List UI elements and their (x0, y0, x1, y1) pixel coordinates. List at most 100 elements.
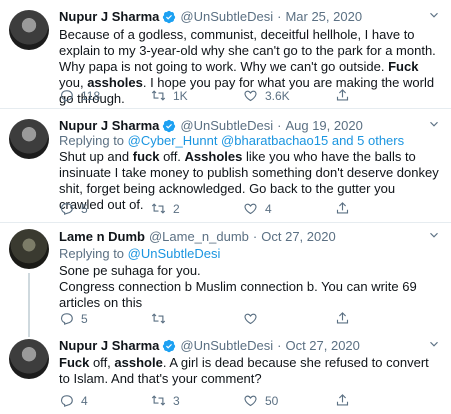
separator: · (277, 338, 282, 353)
avatar[interactable] (9, 10, 49, 50)
display-name[interactable]: Lame n Dumb (59, 229, 145, 244)
text-segment-bold: Fuck (59, 355, 90, 370)
share-button[interactable] (335, 393, 427, 408)
reply-button[interactable]: 4 (59, 393, 151, 408)
like-icon (244, 203, 257, 215)
retweet-count: 2 (173, 201, 180, 216)
retweet-icon (151, 313, 166, 324)
share-icon (336, 312, 349, 324)
display-name[interactable]: Nupur J Sharma (59, 118, 159, 133)
reply-button[interactable]: 5 (59, 311, 151, 326)
avatar[interactable] (9, 119, 49, 159)
share-icon (336, 394, 349, 406)
action-bar: 5 (59, 311, 427, 326)
text-segment-bold: Fuck (388, 59, 419, 74)
reply-count: 5 (81, 311, 88, 326)
replying-prefix: Replying to (59, 246, 128, 261)
like-button[interactable]: 3.6K (243, 88, 335, 103)
timestamp[interactable]: Oct 27, 2020 (285, 338, 359, 353)
chevron-down-icon[interactable] (427, 228, 441, 242)
action-bar: 118 1K 3.6K (59, 88, 427, 103)
text-segment-bold: asshole (114, 355, 163, 370)
reply-count: 5 (81, 201, 88, 216)
like-button[interactable]: 4 (243, 201, 335, 216)
retweet-button[interactable]: 1K (151, 88, 243, 103)
like-button[interactable] (243, 311, 335, 326)
like-icon (244, 313, 257, 325)
tweet[interactable]: Nupur J Sharma @UnSubtleDesi · Mar 25, 2… (0, 0, 451, 109)
share-icon (336, 89, 349, 101)
tweet-text: Fuck off, asshole. A girl is dead becaus… (59, 355, 441, 387)
text-segment-bold: Assholes (184, 149, 243, 164)
like-button[interactable]: 50 (243, 393, 335, 408)
retweet-button[interactable]: 3 (151, 393, 243, 408)
verified-badge-icon (163, 10, 176, 23)
tweet[interactable]: Nupur J Sharma @UnSubtleDesi · Oct 27, 2… (0, 333, 451, 414)
reply-icon (60, 90, 73, 102)
timestamp[interactable]: Aug 19, 2020 (285, 118, 362, 133)
like-icon (244, 90, 257, 102)
share-button[interactable] (335, 201, 427, 216)
share-icon (336, 202, 349, 214)
tweet-header: Nupur J Sharma @UnSubtleDesi · Oct 27, 2… (59, 338, 360, 353)
user-handle[interactable]: @UnSubtleDesi (180, 9, 273, 24)
chevron-down-icon[interactable] (427, 337, 441, 351)
thread-connector (28, 333, 30, 337)
share-button[interactable] (335, 88, 427, 103)
chevron-down-icon[interactable] (427, 117, 441, 131)
timestamp[interactable]: Mar 25, 2020 (285, 9, 362, 24)
tweet-text: Sone pe suhaga for you. Congress connect… (59, 263, 441, 311)
action-bar: 5 2 4 (59, 201, 427, 216)
avatar[interactable] (9, 229, 49, 269)
tweet-header: Nupur J Sharma @UnSubtleDesi · Aug 19, 2… (59, 118, 363, 133)
replying-to: Replying to @UnSubtleDesi (59, 246, 220, 261)
tweet-header: Lame n Dumb @Lame_n_dumb · Oct 27, 2020 (59, 229, 336, 244)
display-name[interactable]: Nupur J Sharma (59, 338, 159, 353)
like-count: 3.6K (265, 88, 290, 103)
reply-button[interactable]: 5 (59, 201, 151, 216)
text-segment-bold: fuck (132, 149, 160, 164)
verified-badge-icon (163, 119, 176, 132)
text-segment: off, (89, 355, 115, 370)
reply-icon (60, 203, 73, 215)
reply-count: 4 (81, 393, 88, 408)
reply-count: 118 (81, 88, 101, 103)
retweet-icon (151, 90, 166, 101)
share-button[interactable] (335, 311, 427, 326)
tweet[interactable]: Lame n Dumb @Lame_n_dumb · Oct 27, 2020 … (0, 223, 451, 333)
separator: · (277, 9, 282, 24)
action-bar: 4 3 50 (59, 393, 427, 408)
retweet-button[interactable] (151, 311, 243, 326)
reply-icon (60, 313, 73, 325)
like-count: 50 (265, 393, 279, 408)
text-segment: Because of a godless, communist, deceitf… (59, 27, 436, 74)
thread-connector (28, 273, 30, 333)
timestamp[interactable]: Oct 27, 2020 (261, 229, 335, 244)
replying-to: Replying to @Cyber_Hunnt @bharatbachao15… (59, 133, 404, 148)
verified-badge-icon (163, 339, 176, 352)
retweet-icon (151, 395, 166, 406)
retweet-count: 3 (173, 393, 180, 408)
separator: · (252, 229, 258, 244)
retweet-button[interactable]: 2 (151, 201, 243, 216)
user-handle[interactable]: @Lame_n_dumb (149, 229, 249, 244)
display-name[interactable]: Nupur J Sharma (59, 9, 159, 24)
text-segment: Shut up and (59, 149, 133, 164)
replying-prefix: Replying to (59, 133, 128, 148)
reply-icon (60, 395, 73, 407)
user-handle[interactable]: @UnSubtleDesi (180, 118, 273, 133)
text-segment: off. (159, 149, 185, 164)
like-icon (244, 395, 257, 407)
tweet[interactable]: Nupur J Sharma @UnSubtleDesi · Aug 19, 2… (0, 109, 451, 223)
user-handle[interactable]: @UnSubtleDesi (180, 338, 273, 353)
retweet-count: 1K (173, 88, 188, 103)
replying-to-link[interactable]: @UnSubtleDesi (128, 246, 221, 261)
replying-to-link[interactable]: @Cyber_Hunnt @bharatbachao15 and 5 other… (128, 133, 404, 148)
separator: · (277, 118, 282, 133)
retweet-icon (151, 203, 166, 214)
avatar[interactable] (9, 339, 49, 379)
reply-button[interactable]: 118 (59, 88, 151, 103)
text-segment: Sone pe suhaga for you. Congress connect… (59, 263, 417, 310)
like-count: 4 (265, 201, 272, 216)
chevron-down-icon[interactable] (427, 8, 441, 22)
